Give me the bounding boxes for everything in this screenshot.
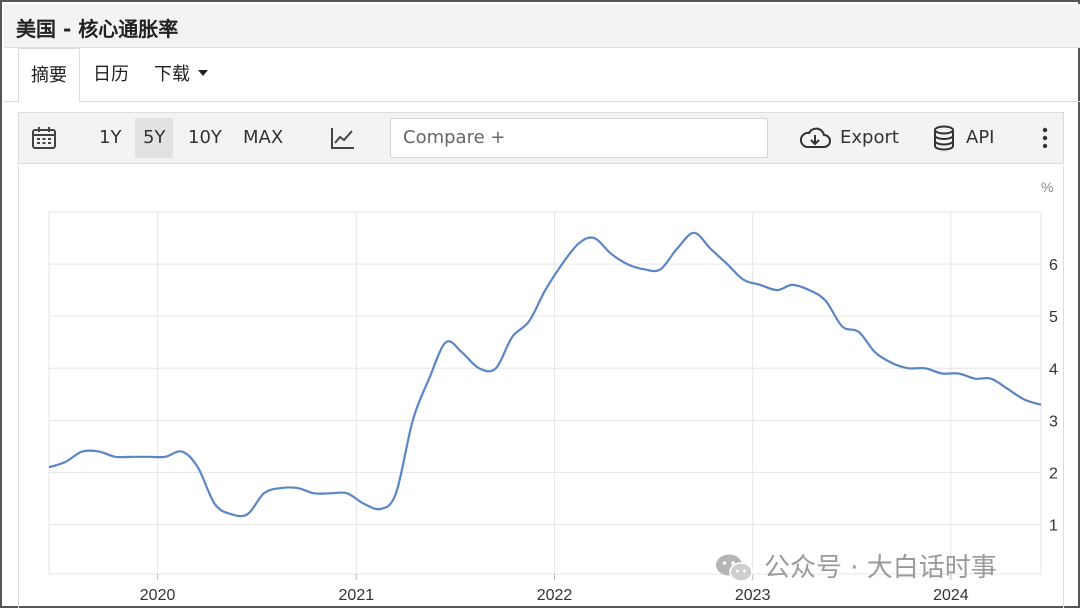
tab-calendar[interactable]: 日历 (93, 48, 129, 102)
x-tick-label: 2024 (933, 587, 969, 604)
calendar-icon[interactable] (31, 126, 57, 150)
y-tick-label: 2 (1049, 465, 1058, 482)
cloud-download-icon[interactable] (799, 127, 831, 149)
series-line-core-inflation (48, 231, 1042, 518)
plot-border (48, 211, 1042, 575)
app-frame: 美国 - 核心通胀率 摘要 日历 下载 1Y 5Y 10Y MAX Compar… (0, 0, 1080, 608)
line-chart: 1 2 3 4 5 6% 2020 2021 2022 2023 2024 (48, 179, 1058, 604)
y-tick-label: 6 (1049, 257, 1058, 274)
chart-toolbar: 1Y 5Y 10Y MAX Compare + Export API (18, 112, 1064, 164)
x-tick-label: 2022 (537, 587, 573, 604)
caret-down-icon (198, 70, 208, 76)
x-tick-label: 2023 (735, 587, 771, 604)
x-tick-label: 2021 (339, 587, 375, 604)
y-tick-label: 1 (1049, 518, 1058, 535)
wechat-icon (716, 554, 753, 582)
y-tick-label: 4 (1049, 361, 1058, 378)
tab-summary[interactable]: 摘要 (18, 48, 80, 103)
y-tick-label: 3 (1049, 413, 1058, 430)
tab-download[interactable]: 下载 (154, 48, 208, 102)
x-tick-label: 2020 (140, 587, 176, 604)
watermark-text: 公众号 · 大白话时事 (764, 553, 997, 583)
range-10y-button[interactable]: 10Y (180, 118, 230, 158)
range-max-button[interactable]: MAX (235, 118, 291, 158)
api-button[interactable]: API (966, 113, 994, 163)
range-1y-button[interactable]: 1Y (91, 118, 129, 158)
title-bar: 美国 - 核心通胀率 (4, 4, 1080, 48)
line-chart-icon[interactable] (330, 126, 356, 150)
more-vertical-icon[interactable] (1035, 127, 1055, 149)
chart-area: 1 2 3 4 5 6% 2020 2021 2022 2023 2024 (18, 166, 1064, 608)
export-button[interactable]: Export (840, 113, 899, 163)
database-icon[interactable] (933, 125, 955, 151)
y-tick-label: 5 (1049, 309, 1058, 326)
y-unit-label: % (1041, 179, 1053, 195)
tab-bar: 摘要 日历 下载 (4, 48, 1080, 103)
page-title: 美国 - 核心通胀率 (16, 17, 179, 41)
range-5y-button[interactable]: 5Y (135, 118, 174, 158)
tab-download-label: 下载 (154, 64, 190, 85)
compare-input[interactable]: Compare + (390, 118, 768, 158)
